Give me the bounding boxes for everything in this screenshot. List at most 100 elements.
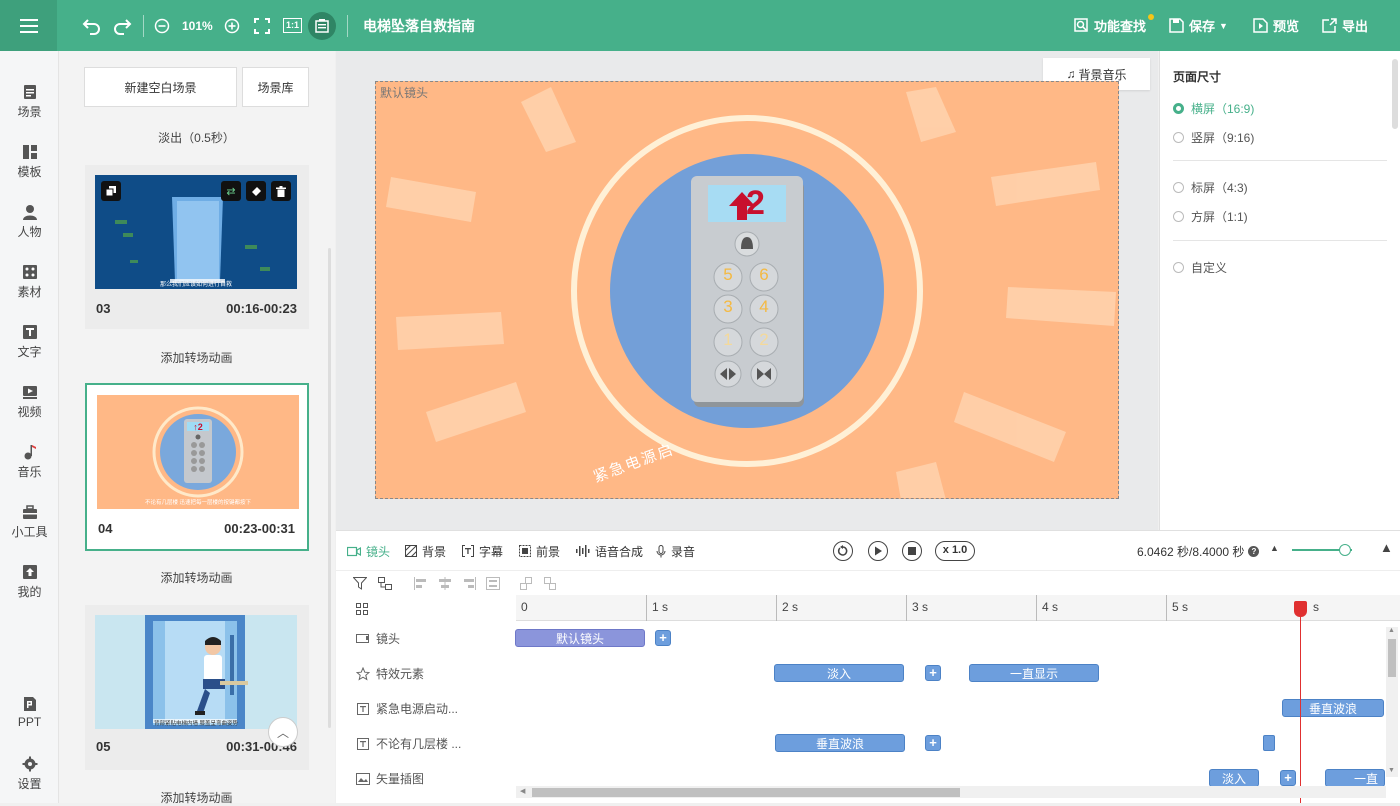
radio-standard[interactable]: 标屏（4:3) [1173,179,1248,196]
swap-button[interactable]: ⇄ [221,181,241,201]
add-transition-link[interactable]: 添加转场动画 [84,789,309,806]
scene-card-04[interactable]: ↑2 不论有几层楼 迅速把每一层楼的按键都按下 04 00:23-00:31 [85,383,309,551]
tab-tts[interactable]: 语音合成 [576,531,643,571]
nav-video[interactable]: 视频 [0,384,59,420]
add-effect-button[interactable]: + [925,665,941,681]
layer-up-icon[interactable] [520,577,534,590]
tab-foreground[interactable]: 前景 [519,531,560,571]
tab-subtitle[interactable]: 字幕 [462,531,503,571]
timeline-horizontal-scrollbar[interactable]: ◀ [516,786,1386,798]
feature-search-button[interactable]: 功能查找 [1074,0,1154,51]
right-panel-scrollbar[interactable] [1392,59,1398,129]
nav-ppt[interactable]: PPT [0,696,59,729]
scroll-thumb[interactable] [1388,639,1396,677]
layer-down-icon[interactable] [544,577,558,590]
group-icon[interactable] [378,577,392,590]
add-transition-link[interactable]: 添加转场动画 [84,569,309,586]
scene-stage[interactable]: 默认镜头 2 5 6 3 4 1 2 紧急电源启 [375,81,1119,499]
fade-in-clip[interactable]: 淡入 [774,664,904,682]
scene-card-03[interactable]: 那么我们应该如何进行自救 ⇄ 03 00:16-00:23 [85,165,309,329]
radio-landscape[interactable]: 横屏（16:9) [1173,100,1254,117]
play-button[interactable] [868,541,888,561]
tab-background[interactable]: 背景 [405,531,446,571]
menu-button[interactable] [0,0,57,51]
playhead-line[interactable] [1300,601,1301,803]
scene-panel-scrollbar[interactable] [328,248,331,728]
vertical-wave-clip[interactable]: 垂直波浪 [1282,699,1384,717]
align-center-icon[interactable] [438,577,452,590]
delete-button[interactable] [271,181,291,201]
scroll-thumb[interactable] [532,788,960,797]
vertical-wave-clip[interactable]: 垂直波浪 [775,734,905,752]
time-ruler[interactable]: 0 1 s 2 s 3 s 4 s 5 s s [516,595,1400,621]
scroll-to-top-button[interactable]: ︿ [268,717,298,747]
nav-music[interactable]: 音乐 [0,444,59,480]
chevron-down-icon: ▼ [1219,20,1228,31]
export-button[interactable]: 导出 [1322,0,1368,51]
document-title[interactable]: 电梯坠落自救指南 [363,0,475,51]
new-blank-scene-button[interactable]: 新建空白场景 [84,67,237,107]
undo-button[interactable] [82,0,102,51]
scroll-down-icon[interactable]: ▼ [1388,767,1395,774]
redo-button[interactable] [112,0,132,51]
scene-card-05[interactable]: 背部紧贴电梯内墙 膝盖呈弯曲姿势 05 00:31-00:46 ︿ [85,605,309,770]
nav-settings[interactable]: 设置 [0,756,59,792]
left-nav: 场景 模板 人物 素材 文字 视频 音乐 小工具 我的 PPT 设置 [0,51,59,803]
slider-handle[interactable] [1339,544,1351,556]
transition-fade-out[interactable]: 淡出（0.5秒） [84,129,309,146]
radio-custom[interactable]: 自定义 [1173,259,1227,276]
fullscreen-button[interactable] [254,0,270,51]
scroll-left-icon[interactable]: ◀ [520,787,525,795]
subtitle-icon [315,18,329,33]
nav-person[interactable]: 人物 [0,204,59,240]
camera-clip[interactable]: 默认镜头 [515,629,645,647]
fade-in-clip[interactable]: 淡入 [1209,769,1259,787]
save-button[interactable]: 保存 ▼ [1169,0,1228,51]
tab-background-label: 背景 [422,544,447,559]
distribute-icon[interactable] [486,577,500,590]
playhead-handle[interactable] [1294,601,1307,617]
nav-music-label: 音乐 [17,465,42,479]
nav-toolbox[interactable]: 小工具 [0,504,59,540]
nav-material[interactable]: 素材 [0,264,59,300]
nav-mine[interactable]: 我的 [0,564,59,600]
floor-display-number: 2 [746,184,765,222]
nav-scene[interactable]: 场景 [0,84,59,120]
timeline-vertical-scrollbar[interactable]: ▲ ▼ [1386,627,1398,777]
add-transition-link[interactable]: 添加转场动画 [84,349,309,366]
actual-size-button[interactable]: 1:1 [283,0,303,51]
tab-camera[interactable]: 镜头 [347,531,390,571]
zoom-in-button[interactable] [224,0,240,51]
clear-button[interactable] [246,181,266,201]
timeline-zoom-out-icon[interactable]: ▲ [1270,543,1279,553]
tab-record[interactable]: 录音 [656,531,695,571]
zoom-out-button[interactable] [154,0,170,51]
stop-button[interactable] [902,541,922,561]
filter-icon[interactable] [353,577,367,590]
radio-portrait[interactable]: 竖屏（9:16) [1173,129,1254,146]
help-icon[interactable]: ? [1248,546,1260,557]
scene-library-button[interactable]: 场景库 [242,67,309,107]
nav-person-label: 人物 [17,225,42,239]
add-text-animation-button[interactable]: + [925,735,941,751]
nav-template[interactable]: 模板 [0,144,59,180]
subtitle-mode-button[interactable] [308,0,336,51]
add-camera-clip-button[interactable]: + [655,630,671,646]
playback-speed-button[interactable]: x 1.0 [935,541,975,561]
add-illustration-animation-button[interactable]: + [1280,770,1296,786]
timeline-zoom-slider[interactable] [1292,544,1352,556]
timeline-zoom-in-icon[interactable]: ▲ [1380,540,1393,555]
copy-button[interactable] [101,181,121,201]
always-show-clip[interactable]: 一直显示 [969,664,1099,682]
align-right-icon[interactable] [462,577,476,590]
nav-text[interactable]: 文字 [0,324,59,360]
text-clip-marker-icon[interactable] [1263,735,1275,751]
always-show-clip-partial[interactable]: 一直 [1325,769,1385,787]
replay-button[interactable] [833,541,853,561]
track-effects-label: 特效元素 [356,665,424,682]
track-layout-icon[interactable] [356,603,368,615]
preview-button[interactable]: 预览 [1253,0,1299,51]
align-left-icon[interactable] [414,577,428,590]
scroll-up-icon[interactable]: ▲ [1388,627,1395,634]
radio-square[interactable]: 方屏（1:1) [1173,208,1248,225]
